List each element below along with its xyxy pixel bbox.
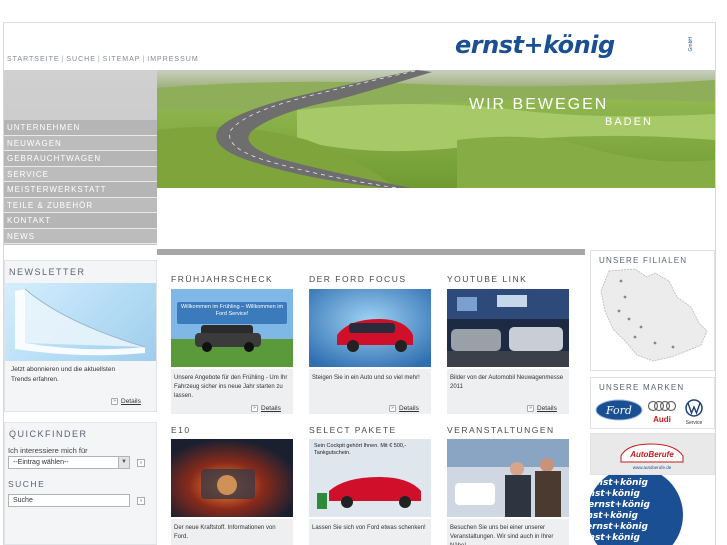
nav-item-news[interactable]: NEWS: [4, 228, 157, 244]
brand-name-ford: Ford: [605, 404, 632, 417]
newsletter-title: NEWSLETTER: [9, 267, 86, 277]
top-link-startseite[interactable]: STARTSEITE: [7, 56, 60, 63]
hero-title: WIR BEWEGEN: [469, 96, 609, 113]
tile-title-youtube-link: YOUTUBE LINK: [447, 274, 528, 284]
svg-text:ernst+könig: ernst+könig: [590, 500, 650, 510]
tile-body-fruehjahrscheck: Unsere Angebote für den Frühling - Um Ih…: [171, 369, 293, 414]
frame-right-line: [715, 22, 716, 545]
details-label: Details: [399, 405, 419, 413]
tile-body-youtube-link: Bilder von der Automobil Neuwagenmesse 2…: [447, 369, 569, 414]
newsletter-panel: NEWSLETTER Jetzt abonnieren und die aktu…: [4, 260, 157, 412]
top-link-impressum[interactable]: IMPRESSUM: [147, 56, 198, 63]
arrow-right-icon: »: [527, 405, 534, 412]
arrow-right-icon: »: [111, 398, 118, 405]
nav-item-gebrauchtwagen[interactable]: GEBRAUCHTWAGEN: [4, 151, 157, 167]
tile-title-veranstaltungen: VERANSTALTUNGEN: [447, 425, 555, 435]
top-link-suche[interactable]: SUCHE: [66, 56, 96, 63]
tile-body-veranstaltungen: Besuchen Sie uns bei einer unserer Veran…: [447, 519, 569, 545]
nav-item-teile-zubehoer[interactable]: TEILE & ZUBEHÖR: [4, 197, 157, 213]
svg-text:ernst+könig: ernst+könig: [590, 489, 640, 499]
tile-image-select-pakete[interactable]: Sein Cockpit gehört Ihnen. Mit € 500,- T…: [309, 439, 431, 517]
hero-banner: WIR BEWEGEN BADEN: [157, 70, 715, 188]
tile-title-fruehjahrscheck: FRÜHJAHRSCHECK: [171, 274, 274, 284]
nav-item-meisterwerkstatt[interactable]: MEISTERWERKSTATT: [4, 182, 157, 198]
details-label: Details: [121, 398, 141, 406]
company-logo[interactable]: ernst+könig GmbH: [455, 31, 700, 61]
tile-body-select-pakete: Lassen Sie sich von Ford etwas schenken!: [309, 519, 431, 545]
marken-title: UNSERE MARKEN: [599, 383, 685, 392]
hero-landscape-image: [157, 70, 715, 188]
tile-image-fruehjahrscheck[interactable]: Willkommen im Frühling – Willkommen im F…: [171, 289, 293, 367]
search-title: SUCHE: [8, 479, 46, 489]
autoberufe-banner[interactable]: AutoBerufe www.autoberufe.de: [590, 433, 715, 475]
tile-details-link-ford-focus[interactable]: » Details: [389, 405, 419, 412]
marken-box: UNSERE MARKEN Ford Audi Service: [590, 377, 715, 429]
arrow-right-icon: »: [389, 405, 396, 412]
main-navigation: UNTERNEHMEN NEUWAGEN GEBRAUCHTWAGEN SERV…: [4, 120, 157, 244]
interest-select[interactable]: --Eintrag wählen-- ▼: [8, 456, 130, 469]
svg-text:ernst+könig: ernst+könig: [590, 533, 640, 543]
tile-text-ford-focus: Steigen Sie in ein Auto und so viel mehr…: [312, 375, 420, 381]
newsletter-text: Jetzt abonnieren und die aktuellsten Tre…: [11, 366, 116, 383]
newsletter-image: [5, 283, 156, 361]
tile-text-fruehjahrscheck: Unsere Angebote für den Frühling - Um Ih…: [174, 375, 288, 399]
nav-item-neuwagen[interactable]: NEUWAGEN: [4, 135, 157, 151]
audi-logo-icon: [647, 400, 677, 412]
tile-image-youtube-link[interactable]: [447, 289, 569, 367]
interest-go-button[interactable]: »: [137, 459, 145, 467]
chevron-down-icon: ▼: [118, 457, 129, 468]
tile-text-youtube-link: Bilder von der Automobil Neuwagenmesse 2…: [450, 375, 564, 390]
top-link-sitemap[interactable]: SITEMAP: [103, 56, 141, 63]
svg-text:ernst+könig: ernst+könig: [590, 511, 638, 521]
autoberufe-logo: AutoBerufe www.autoberufe.de: [620, 443, 684, 470]
brand-name-audi: Audi: [653, 415, 671, 424]
logo-gmbh: GmbH: [688, 37, 694, 52]
interest-select-value: --Eintrag wählen--: [13, 459, 69, 466]
filialen-box[interactable]: UNSERE FILIALEN: [590, 250, 715, 371]
details-label: Details: [261, 405, 281, 413]
brand-name-service: Service: [686, 420, 703, 426]
page: STARTSEITE | SUCHE | SITEMAP | IMPRESSUM ernst…: [0, 0, 727, 545]
tile-text-e10: Der neue Kraftstoff. Informationen von F…: [174, 525, 276, 540]
frame-top-line: [3, 22, 716, 23]
content-divider: [157, 249, 585, 255]
ernst-koenig-pattern-banner[interactable]: ernst+könig ernst+könig ernst+könig erns…: [590, 475, 715, 545]
arrow-right-icon: »: [251, 405, 258, 412]
autoberufe-url: www.autoberufe.de: [633, 465, 672, 470]
tile-image-ford-focus[interactable]: [309, 289, 431, 367]
nav-item-unternehmen[interactable]: UNTERNEHMEN: [4, 120, 157, 136]
newsletter-details-link[interactable]: » Details: [111, 398, 141, 405]
tile-image-e10[interactable]: [171, 439, 293, 517]
tile-body-ford-focus: Steigen Sie in ein Auto und so viel mehr…: [309, 369, 431, 414]
filialen-title: UNSERE FILIALEN: [599, 256, 688, 265]
interest-label: Ich interessiere mich für: [8, 446, 88, 455]
tile-image-caption-fruehjahrscheck: Willkommen im Frühling – Willkommen im F…: [180, 304, 284, 317]
search-go-button[interactable]: »: [137, 497, 145, 505]
tile-title-select-pakete: SELECT PAKETE: [309, 425, 397, 435]
tile-image-veranstaltungen[interactable]: [447, 439, 569, 517]
tile-text-veranstaltungen: Besuchen Sie uns bei einer unserer Veran…: [450, 525, 554, 545]
autoberufe-title: AutoBerufe: [629, 450, 674, 459]
svg-text:ernst+könig: ernst+könig: [590, 522, 648, 532]
tile-text-select-pakete: Lassen Sie sich von Ford etwas schenken!: [312, 525, 426, 531]
tile-title-ford-focus: DER FORD FOCUS: [309, 274, 407, 284]
nav-item-service[interactable]: SERVICE: [4, 166, 157, 182]
nav-item-kontakt[interactable]: KONTAKT: [4, 213, 157, 229]
quickfinder-title: QUICKFINDER: [9, 429, 88, 439]
logo-text: ernst+könig: [455, 31, 615, 59]
search-input[interactable]: Suche: [8, 494, 130, 507]
tile-details-link-youtube-link[interactable]: » Details: [527, 405, 557, 412]
top-links: STARTSEITE | SUCHE | SITEMAP | IMPRESSUM: [7, 56, 199, 63]
brand-logos: Ford Audi Service: [595, 399, 703, 426]
tile-details-link-fruehjahrscheck[interactable]: » Details: [251, 405, 281, 412]
filialen-map-image: [600, 268, 708, 362]
details-label: Details: [537, 405, 557, 413]
tile-image-caption-select-pakete: Sein Cockpit gehört Ihnen. Mit € 500,- T…: [314, 443, 407, 456]
tile-body-e10: Der neue Kraftstoff. Informationen von F…: [171, 519, 293, 545]
tile-title-e10: E10: [171, 425, 191, 435]
hero-subtitle: BADEN: [605, 116, 653, 128]
